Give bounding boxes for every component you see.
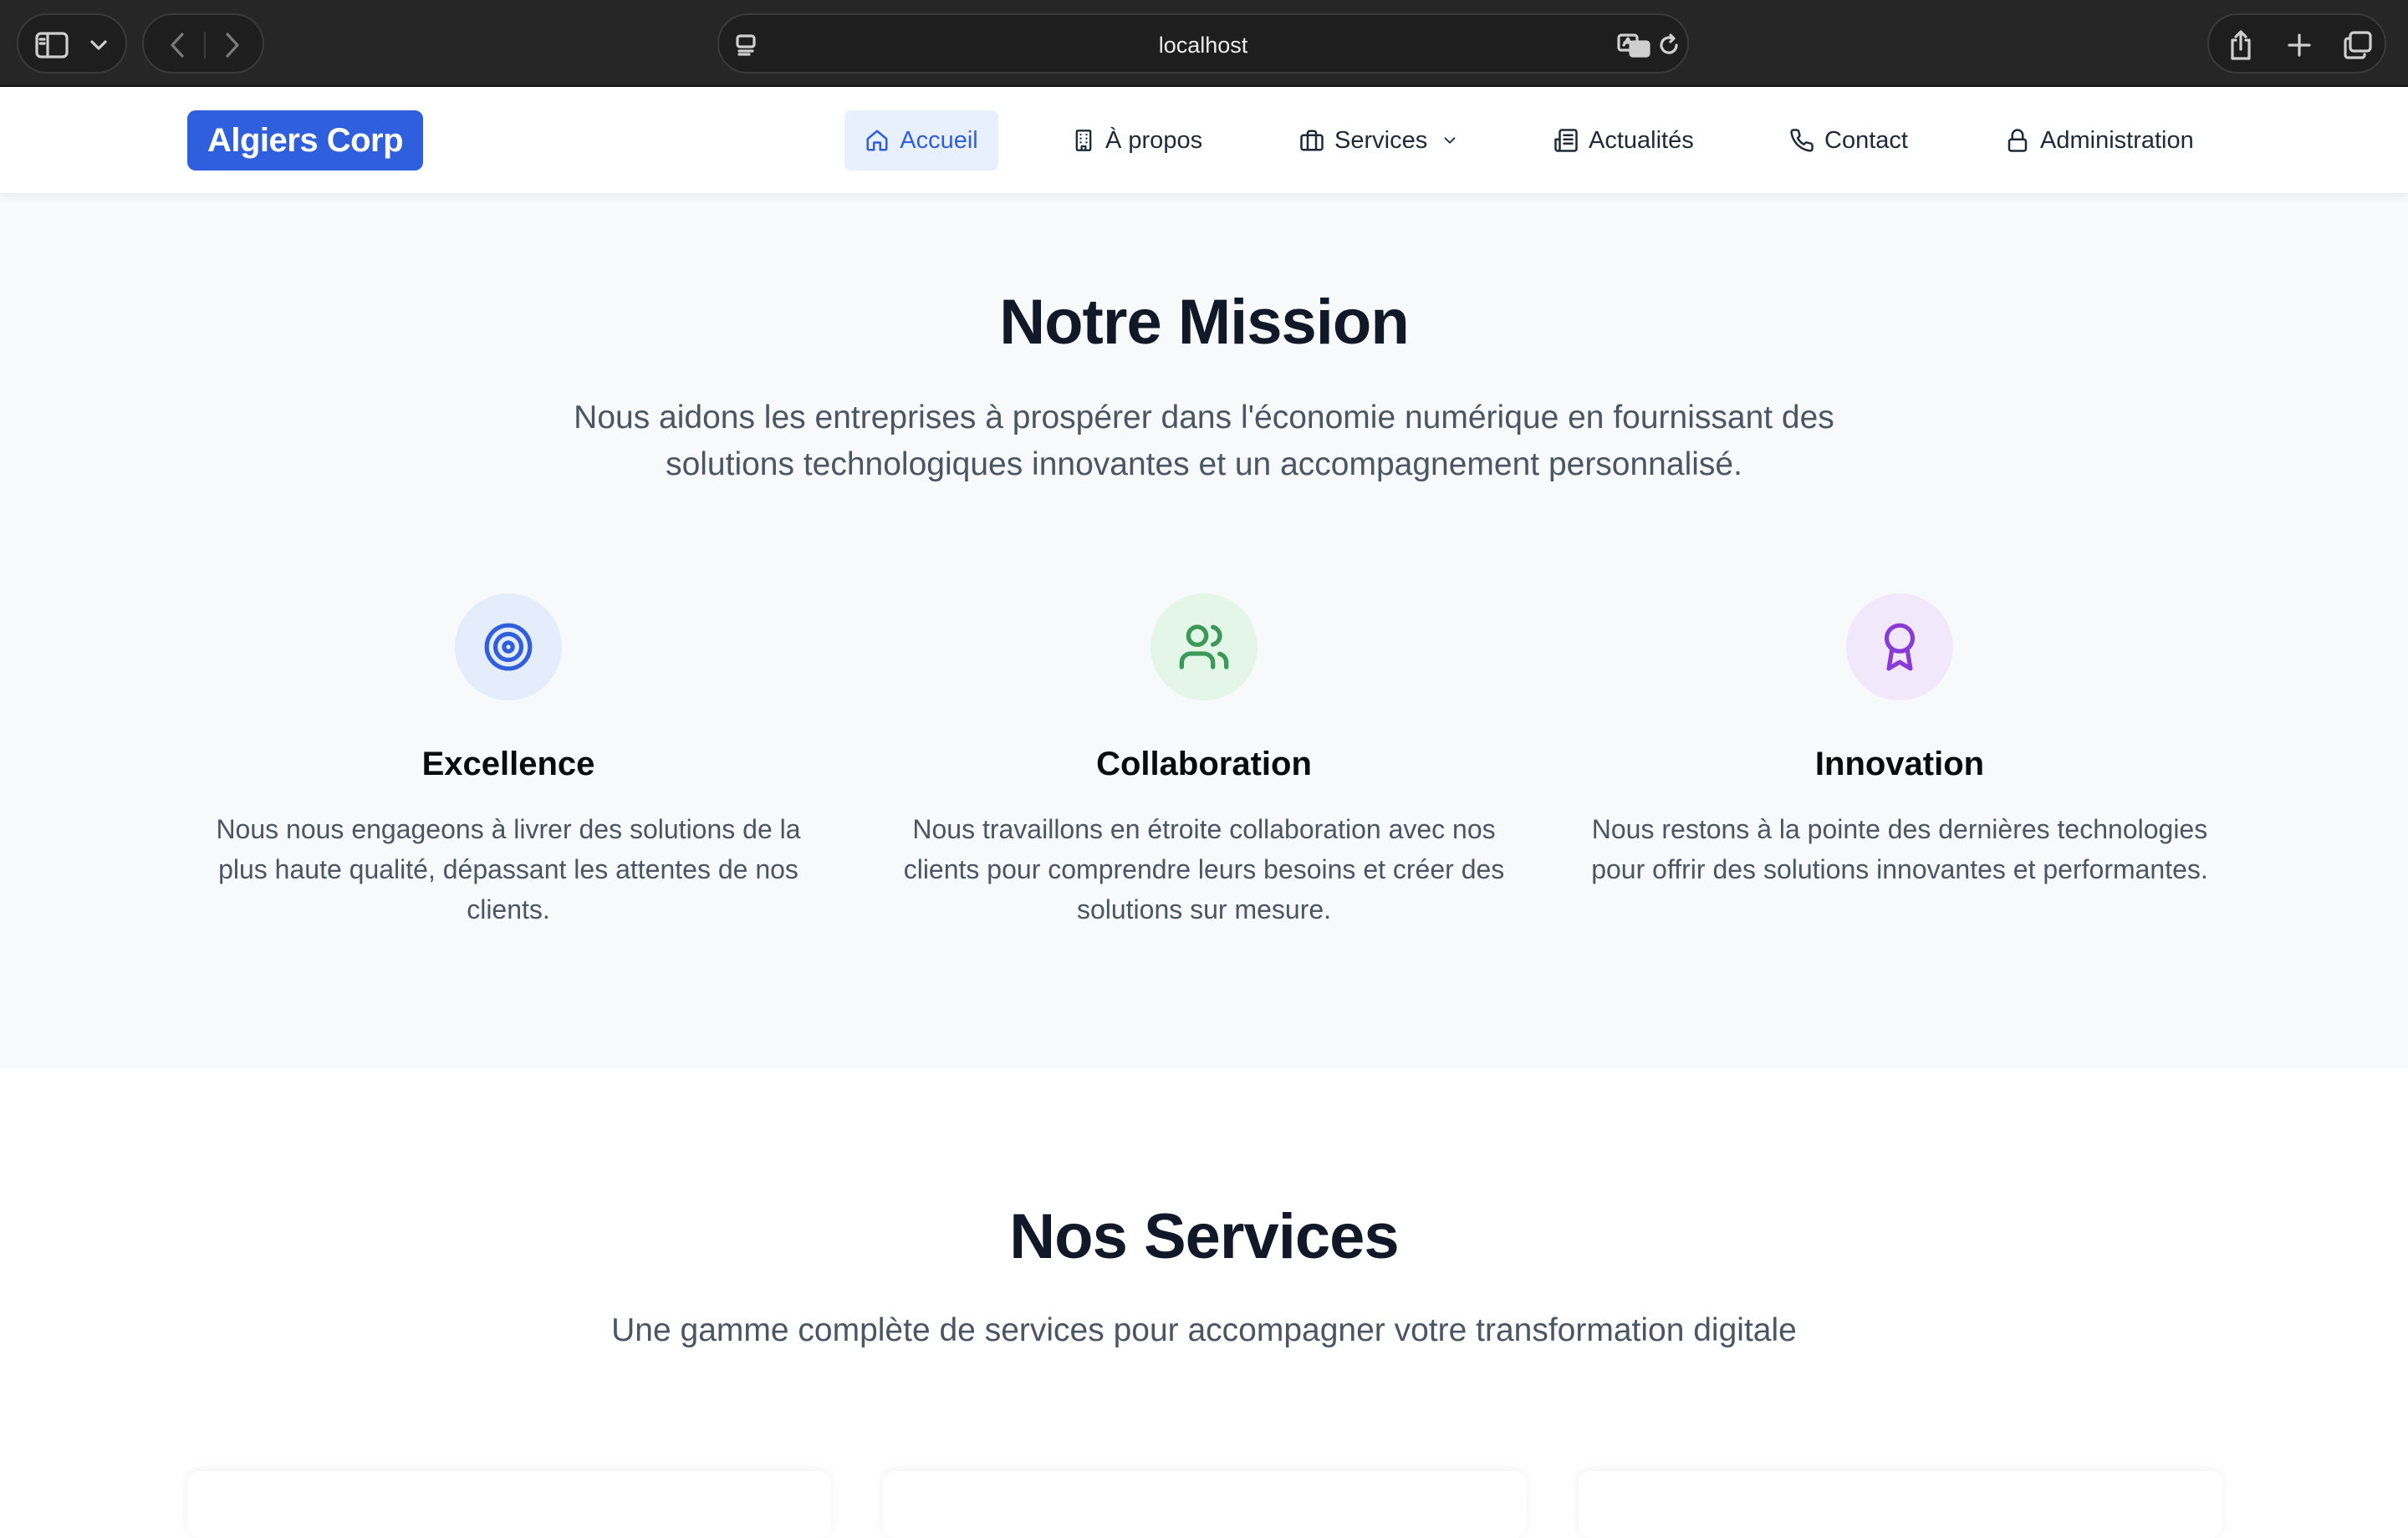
nav-item-accueil[interactable]: Accueil xyxy=(844,110,998,171)
nav-item-a-propos[interactable]: À propos xyxy=(1072,110,1202,171)
sidebar-icon[interactable] xyxy=(33,27,70,64)
value-icon-circle xyxy=(455,593,562,700)
home-icon xyxy=(866,130,888,151)
logo[interactable]: Algiers Corp xyxy=(187,110,423,171)
browser-toolbar: localhost xyxy=(0,0,2408,87)
value-card-innovation: Innovation Nous restons à la pointe des … xyxy=(1582,593,2217,889)
target-icon xyxy=(484,623,533,671)
building-icon xyxy=(1075,130,1092,151)
service-card[interactable] xyxy=(1579,1471,2222,1538)
back-icon[interactable] xyxy=(161,28,194,62)
value-card-excellence: Excellence Nous nous engageons à livrer … xyxy=(191,593,826,929)
nav-label: Services xyxy=(1334,126,1428,154)
value-icon-circle xyxy=(1150,593,1258,700)
share-icon[interactable] xyxy=(2222,27,2259,64)
new-tab-icon[interactable] xyxy=(2281,27,2318,64)
site-header: Algiers Corp Accueil À propos Services A… xyxy=(0,87,2408,194)
forward-icon[interactable] xyxy=(216,28,249,62)
reload-icon[interactable] xyxy=(1654,30,1684,60)
tabs-overview-icon[interactable] xyxy=(2339,27,2376,64)
window-actions-group xyxy=(2207,13,2386,74)
newspaper-icon xyxy=(1554,129,1578,152)
nav-label: Administration xyxy=(2040,126,2194,154)
mission-section: Notre Mission Nous aidons les entreprise… xyxy=(0,194,2408,1068)
nav-label: Contact xyxy=(1824,126,1908,154)
nav-item-contact[interactable]: Contact xyxy=(1789,110,1908,171)
service-card[interactable] xyxy=(187,1471,831,1538)
nav-label: Accueil xyxy=(900,126,978,154)
nav-item-administration[interactable]: Administration xyxy=(2005,110,2194,171)
url-text[interactable]: localhost xyxy=(719,15,1687,75)
chevron-down-icon xyxy=(1444,137,1456,144)
value-title: Innovation xyxy=(1814,746,1985,782)
mission-lead-line-1: Nous aidons les entreprises à prospérer … xyxy=(574,400,1834,435)
mission-lead: Nous aidons les entreprises à prospérer … xyxy=(535,395,1873,488)
service-card[interactable] xyxy=(883,1471,1527,1538)
value-icon-circle xyxy=(1846,593,1953,700)
briefcase-icon xyxy=(1300,130,1324,151)
phone-icon xyxy=(1790,129,1814,152)
translate-icon[interactable] xyxy=(1615,28,1652,62)
chevron-down-icon[interactable] xyxy=(84,30,114,60)
services-title: Nos Services xyxy=(1009,1201,1399,1272)
services-section: Nos Services Une gamme complète de servi… xyxy=(0,1068,2408,1538)
value-card-collaboration: Collaboration Nous travaillons en étroit… xyxy=(886,593,1522,929)
nav-item-actualites[interactable]: Actualités xyxy=(1553,110,1694,171)
address-bar[interactable]: localhost xyxy=(717,13,1689,74)
mission-lead-line-2: solutions technologiques innovantes et u… xyxy=(666,446,1742,482)
award-icon xyxy=(1884,623,1916,671)
value-title: Excellence xyxy=(421,746,595,782)
users-icon xyxy=(1179,624,1229,670)
services-subtitle: Une gamme complète de services pour acco… xyxy=(611,1312,1797,1348)
nav-item-services[interactable]: Services xyxy=(1299,110,1459,171)
value-text: Nous travaillons en étroite collaboratio… xyxy=(903,814,1505,924)
sidebar-toggle-group xyxy=(17,13,127,74)
value-title: Collaboration xyxy=(1096,746,1312,782)
history-nav-group xyxy=(142,13,264,74)
lock-icon xyxy=(2008,129,2028,152)
nav-label: Actualités xyxy=(1589,126,1694,154)
mission-title: Notre Mission xyxy=(999,287,1410,358)
value-text: Nous nous engageons à livrer des solutio… xyxy=(216,814,801,924)
value-text: Nous restons à la pointe des dernières t… xyxy=(1591,814,2208,884)
nav-label: À propos xyxy=(1105,126,1203,154)
